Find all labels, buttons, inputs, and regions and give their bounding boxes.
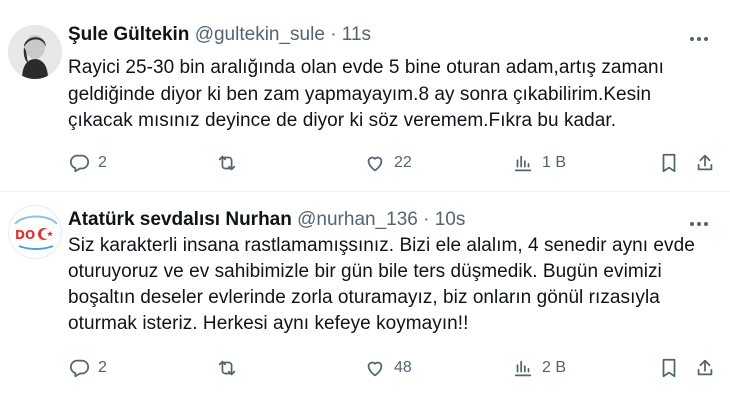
reply-button[interactable]: 2 (68, 353, 107, 383)
tweet-text: Rayici 25-30 bin aralığında olan evde 5 … (68, 57, 664, 132)
views-icon (514, 360, 532, 377)
separator: · (330, 24, 337, 45)
share-icon (697, 154, 713, 171)
tweet[interactable]: DO Atatürk sevdalısı Nurhan @nurhan_136 … (0, 193, 730, 420)
share-icon (697, 359, 713, 376)
divider (0, 191, 730, 192)
share-button[interactable] (694, 353, 716, 383)
heart-icon (367, 156, 383, 172)
display-name[interactable]: Şule Gültekin (68, 24, 189, 45)
bookmark-icon (662, 358, 676, 378)
avatar[interactable] (8, 25, 62, 79)
retweet-icon (218, 360, 236, 376)
bookmark-button[interactable] (658, 353, 680, 383)
share-button[interactable] (694, 148, 716, 178)
timestamp[interactable]: 10s (435, 209, 466, 230)
tweet-text: Siz karakterli insana rastlamamışsınız. … (68, 235, 695, 334)
handle[interactable]: @nurhan_136 (297, 209, 418, 230)
reply-count: 2 (98, 154, 107, 171)
svg-text:DO: DO (15, 228, 35, 242)
like-button[interactable]: 22 (364, 148, 412, 178)
display-name[interactable]: Atatürk sevdalısı Nurhan (68, 209, 292, 230)
retweet-button[interactable] (216, 353, 246, 383)
avatar[interactable]: DO (8, 205, 62, 259)
reply-icon (69, 359, 90, 378)
like-count: 22 (394, 154, 412, 171)
views-count: 1 B (542, 154, 567, 171)
handle[interactable]: @gultekin_sule (195, 24, 325, 45)
retweet-button[interactable] (216, 148, 246, 178)
heart-icon (367, 361, 383, 377)
more-icon[interactable] (690, 215, 712, 226)
reply-button[interactable]: 2 (68, 148, 107, 178)
retweet-icon (218, 155, 236, 171)
avatar-photo (8, 25, 62, 79)
like-button[interactable]: 48 (364, 353, 412, 383)
action-bar: 2 22 1 B (68, 148, 720, 178)
views-button[interactable]: 2 B (512, 353, 566, 383)
like-count: 48 (394, 359, 412, 376)
views-count: 2 B (542, 359, 567, 376)
bookmark-button[interactable] (658, 148, 680, 178)
tweet[interactable]: Şule Gültekin @gultekin_sule · 11s Rayic… (0, 0, 730, 191)
reply-icon (69, 154, 90, 173)
views-button[interactable]: 1 B (512, 148, 566, 178)
more-icon[interactable] (690, 30, 712, 41)
avatar-logo: DO (9, 206, 61, 258)
separator: · (423, 209, 430, 230)
bookmark-icon (662, 153, 676, 173)
reply-count: 2 (98, 359, 107, 376)
tweet-header: Şule Gültekin @gultekin_sule · 11s (68, 22, 670, 48)
action-bar: 2 48 2 B (68, 353, 720, 383)
tweet-header: Atatürk sevdalısı Nurhan @nurhan_136 · 1… (68, 207, 670, 233)
timestamp[interactable]: 11s (342, 24, 371, 45)
views-icon (514, 155, 532, 172)
